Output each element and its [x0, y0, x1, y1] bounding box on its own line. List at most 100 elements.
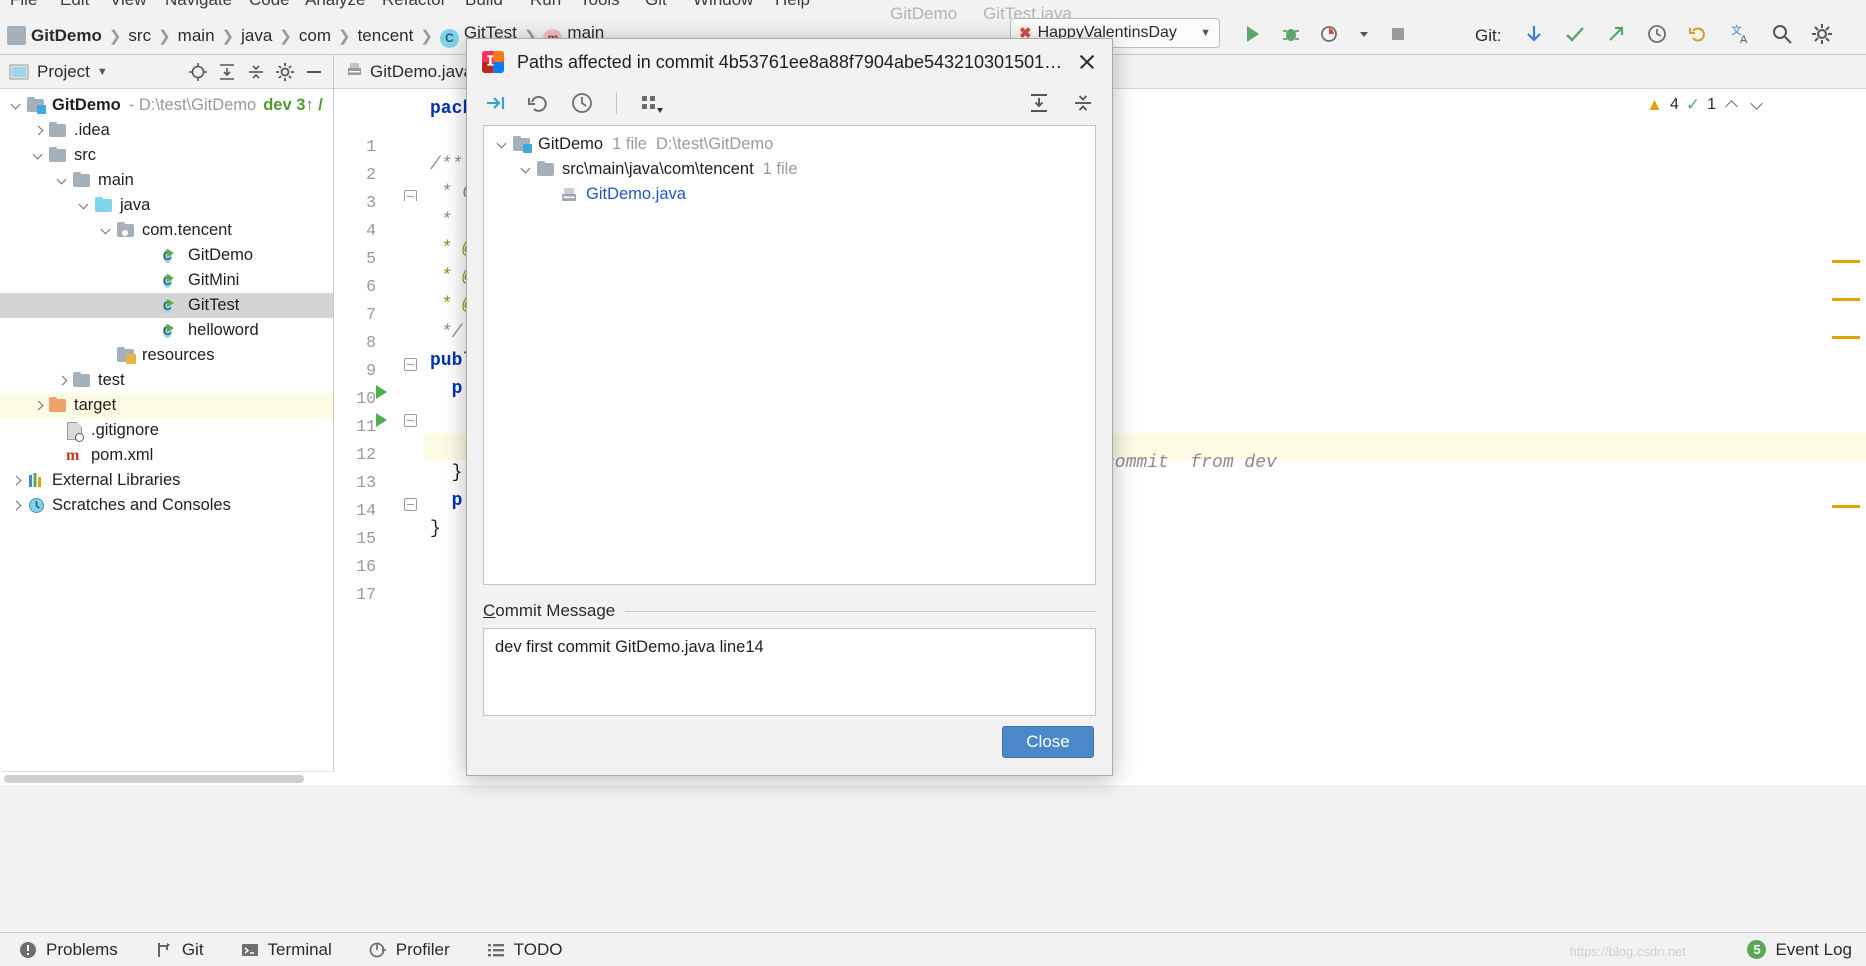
chevron-down-icon[interactable]: [100, 224, 114, 238]
translate-icon[interactable]: 文A: [1730, 22, 1754, 46]
locate-icon[interactable]: [187, 61, 209, 83]
tree-node-gitignore[interactable]: .gitignore: [0, 418, 333, 443]
chevron-down-icon[interactable]: [496, 138, 510, 152]
event-log-label[interactable]: Event Log: [1775, 940, 1852, 960]
commit-message-text[interactable]: dev first commit GitDemo.java line14: [483, 628, 1096, 716]
tree-node-src[interactable]: src: [0, 143, 333, 168]
expand-all-icon[interactable]: [1026, 90, 1052, 116]
hide-window-icon[interactable]: [303, 61, 325, 83]
status-item-problems[interactable]: Problems: [18, 940, 118, 960]
menu-item-build[interactable]: Build: [465, 0, 503, 10]
code-fold-icon[interactable]: [404, 414, 417, 427]
debug-icon[interactable]: [1279, 22, 1303, 46]
breadcrumb-item-src[interactable]: src: [121, 26, 158, 46]
affected-tree-node-package-path[interactable]: src\main\java\com\tencent 1 file: [484, 157, 1095, 182]
status-item-terminal[interactable]: Terminal: [240, 940, 332, 960]
run-icon[interactable]: [1240, 22, 1264, 46]
menu-item-edit[interactable]: Edit: [60, 0, 89, 10]
code-fold-icon[interactable]: [404, 498, 417, 511]
project-panel-horizontal-scrollbar[interactable]: [0, 771, 334, 785]
git-commit-icon[interactable]: [1563, 22, 1587, 46]
chevron-right-icon[interactable]: [32, 124, 46, 138]
git-push-icon[interactable]: [1604, 22, 1628, 46]
affected-tree-node-root[interactable]: GitDemo 1 file D:\test\GitDemo: [484, 132, 1095, 157]
chevron-up-icon[interactable]: [1723, 96, 1741, 114]
menu-item-code[interactable]: Code: [249, 0, 290, 10]
chevron-down-icon[interactable]: [78, 199, 92, 213]
collapse-all-icon[interactable]: [1070, 90, 1096, 116]
close-icon[interactable]: [1072, 47, 1102, 77]
expand-collapse-icon[interactable]: [483, 90, 509, 116]
tree-node-com-tencent[interactable]: com.tencent: [0, 218, 333, 243]
git-revert-icon[interactable]: [1686, 22, 1710, 46]
tree-node-helloword-class[interactable]: C helloword: [0, 318, 333, 343]
menu-item-run[interactable]: Run: [530, 0, 561, 10]
chevron-right-icon[interactable]: [56, 374, 70, 388]
close-button[interactable]: Close: [1002, 726, 1094, 758]
chevron-down-icon[interactable]: [520, 163, 534, 177]
history-icon[interactable]: [569, 90, 595, 116]
chevron-down-icon[interactable]: ▼: [97, 66, 108, 78]
breadcrumb-item-com[interactable]: com: [292, 26, 338, 46]
breadcrumb-item-main[interactable]: main: [171, 26, 222, 46]
menu-item-view[interactable]: View: [110, 0, 147, 10]
code-fold-icon[interactable]: [404, 190, 417, 201]
chevron-down-icon[interactable]: [1748, 96, 1766, 114]
tree-node-idea[interactable]: .idea: [0, 118, 333, 143]
collapse-all-icon[interactable]: [245, 61, 267, 83]
tree-node-resources[interactable]: resources: [0, 343, 333, 368]
git-update-project-icon[interactable]: [1522, 22, 1546, 46]
search-icon[interactable]: [1770, 22, 1794, 46]
settings-gear-icon[interactable]: [274, 61, 296, 83]
run-gutter-icon[interactable]: [376, 385, 387, 399]
status-item-profiler[interactable]: Profiler: [368, 940, 450, 960]
stop-icon[interactable]: [1386, 22, 1410, 46]
stripe-mark[interactable]: [1832, 260, 1860, 263]
affected-tree-node-file[interactable]: GitDemo.java: [484, 182, 1095, 207]
chevron-down-icon[interactable]: [10, 99, 24, 113]
menu-item-git[interactable]: Git: [645, 0, 667, 10]
menu-item-file[interactable]: File: [10, 0, 37, 10]
tree-node-main[interactable]: main: [0, 168, 333, 193]
tree-node-java[interactable]: java: [0, 193, 333, 218]
status-item-git[interactable]: Git: [154, 940, 204, 960]
event-log-badge[interactable]: 5: [1747, 940, 1767, 959]
breadcrumb-item-java[interactable]: java: [234, 26, 279, 46]
tree-node-gitdemo[interactable]: GitDemo - D:\test\GitDemo dev 3↑ /: [0, 93, 333, 118]
run-gutter-icon[interactable]: [376, 413, 387, 427]
editor-tab-gitdemo-java[interactable]: GitDemo.java: [346, 60, 473, 83]
stripe-mark[interactable]: [1832, 505, 1860, 508]
tree-node-gitmini-class[interactable]: C GitMini: [0, 268, 333, 293]
menu-item-window[interactable]: Window: [693, 0, 753, 10]
stripe-mark[interactable]: [1832, 336, 1860, 339]
revert-icon[interactable]: [526, 90, 552, 116]
scrollbar-thumb[interactable]: [4, 775, 304, 783]
tree-node-gitdemo-class[interactable]: C GitDemo: [0, 243, 333, 268]
chevron-right-icon[interactable]: [10, 499, 24, 513]
menu-item-help[interactable]: Help: [775, 0, 810, 10]
tree-node-pom-xml[interactable]: m pom.xml: [0, 443, 333, 468]
group-by-icon[interactable]: [638, 90, 664, 116]
code-fold-icon[interactable]: [404, 358, 417, 371]
chevron-down-icon[interactable]: [56, 174, 70, 188]
breadcrumb-item-gitdemo[interactable]: GitDemo: [0, 25, 109, 46]
chevron-right-icon[interactable]: [10, 474, 24, 488]
expand-all-icon[interactable]: [216, 61, 238, 83]
tree-node-target[interactable]: target: [0, 393, 333, 418]
profile-dropdown-icon[interactable]: [1357, 22, 1371, 46]
menu-item-analyze[interactable]: Analyze: [305, 0, 365, 10]
gear-icon[interactable]: [1810, 22, 1834, 46]
tree-node-external-libraries[interactable]: External Libraries: [0, 468, 333, 493]
menu-item-tools[interactable]: Tools: [580, 0, 620, 10]
menu-item-navigate[interactable]: Navigate: [165, 0, 232, 10]
chevron-down-icon[interactable]: [32, 149, 46, 163]
status-item-todo[interactable]: TODO: [486, 940, 562, 960]
tree-node-scratches-consoles[interactable]: Scratches and Consoles: [0, 493, 333, 518]
tree-node-gittest-class[interactable]: C GitTest: [0, 293, 333, 318]
stripe-mark[interactable]: [1832, 298, 1860, 301]
run-with-coverage-icon[interactable]: [1318, 22, 1342, 46]
chevron-right-icon[interactable]: [32, 399, 46, 413]
git-history-icon[interactable]: [1645, 22, 1669, 46]
tree-node-test[interactable]: test: [0, 368, 333, 393]
menu-item-refactor[interactable]: Refactor: [382, 0, 446, 10]
